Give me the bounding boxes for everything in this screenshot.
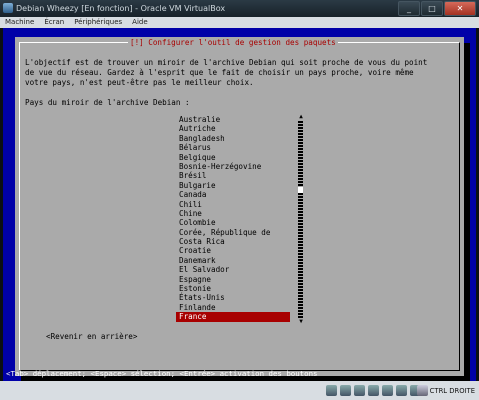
scroll-up-arrow-icon[interactable]: ▲ [298, 114, 304, 120]
country-item[interactable]: Colombie [176, 218, 290, 227]
scroll-track[interactable] [298, 121, 303, 318]
minimize-button[interactable]: _ [398, 1, 420, 16]
vm-screen[interactable]: [!] Configurer l'outil de gestion des pa… [3, 28, 476, 381]
country-item[interactable]: Estonie [176, 284, 290, 293]
maximize-button[interactable]: □ [421, 1, 443, 16]
virtualbox-icon [3, 3, 13, 13]
close-button[interactable]: ✕ [444, 1, 476, 16]
hdd-icon[interactable] [326, 385, 337, 396]
country-item[interactable]: Chili [176, 200, 290, 209]
country-item[interactable]: Australie [176, 115, 290, 124]
country-item-selected[interactable]: France [176, 312, 290, 322]
virtualbox-window: Debian Wheezy [En fonction] - Oracle VM … [0, 0, 479, 400]
country-list-label: Pays du miroir de l'archive Debian : [25, 98, 190, 107]
status-bar: CTRL DROITE [0, 381, 479, 400]
dialog-title: [!] Configurer l'outil de gestion des pa… [128, 38, 338, 47]
country-list[interactable]: Australie Autriche Bangladesh Bélarus Belgiq… [176, 115, 290, 322]
scrollbar[interactable]: ▲ ▼ [298, 114, 304, 325]
country-item[interactable]: Chine [176, 209, 290, 218]
window-controls: _ □ ✕ [398, 1, 476, 16]
shared-folder-icon[interactable] [382, 385, 393, 396]
country-item[interactable]: Canada [176, 190, 290, 199]
country-item[interactable]: El Salvador [176, 265, 290, 274]
country-item[interactable]: États-Unis [176, 293, 290, 302]
country-item[interactable]: Bosnie-Herzégovine [176, 162, 290, 171]
network-icon[interactable] [368, 385, 379, 396]
host-key-label: CTRL DROITE [429, 386, 475, 395]
installer-dialog: [!] Configurer l'outil de gestion des pa… [15, 37, 464, 376]
menu-bar: Machine Écran Périphériques Aide [0, 17, 479, 28]
status-icons [326, 385, 421, 396]
country-item[interactable]: Espagne [176, 275, 290, 284]
window-title: Debian Wheezy [En fonction] - Oracle VM … [16, 4, 226, 13]
country-item[interactable]: Bangladesh [176, 134, 290, 143]
country-item[interactable]: Bulgarie [176, 181, 290, 190]
back-button[interactable]: <Revenir en arrière> [46, 332, 137, 341]
country-item[interactable]: Corée, République de [176, 228, 290, 237]
cd-icon[interactable] [340, 385, 351, 396]
scroll-thumb[interactable] [298, 187, 303, 193]
country-item[interactable]: Finlande [176, 303, 290, 312]
keyboard-hint: <Tab> déplacement; <Espace> sélection; <… [6, 369, 318, 378]
country-item[interactable]: Bélarus [176, 143, 290, 152]
country-item[interactable]: Autriche [176, 124, 290, 133]
keyboard-icon [416, 385, 428, 396]
menu-ecran[interactable]: Écran [39, 17, 69, 28]
menu-peripheriques[interactable]: Périphériques [69, 17, 127, 28]
dialog-description: L'objectif est de trouver un miroir de l… [25, 58, 428, 87]
display-icon[interactable] [396, 385, 407, 396]
scroll-down-arrow-icon[interactable]: ▼ [298, 319, 304, 325]
country-item[interactable]: Danemark [176, 256, 290, 265]
menu-machine[interactable]: Machine [0, 17, 39, 28]
usb-icon[interactable] [354, 385, 365, 396]
title-bar[interactable]: Debian Wheezy [En fonction] - Oracle VM … [0, 0, 479, 17]
country-item[interactable]: Croatie [176, 246, 290, 255]
country-item[interactable]: Belgique [176, 153, 290, 162]
country-item[interactable]: Brésil [176, 171, 290, 180]
country-item[interactable]: Costa Rica [176, 237, 290, 246]
menu-aide[interactable]: Aide [127, 17, 152, 28]
host-key-indicator: CTRL DROITE [416, 385, 475, 396]
